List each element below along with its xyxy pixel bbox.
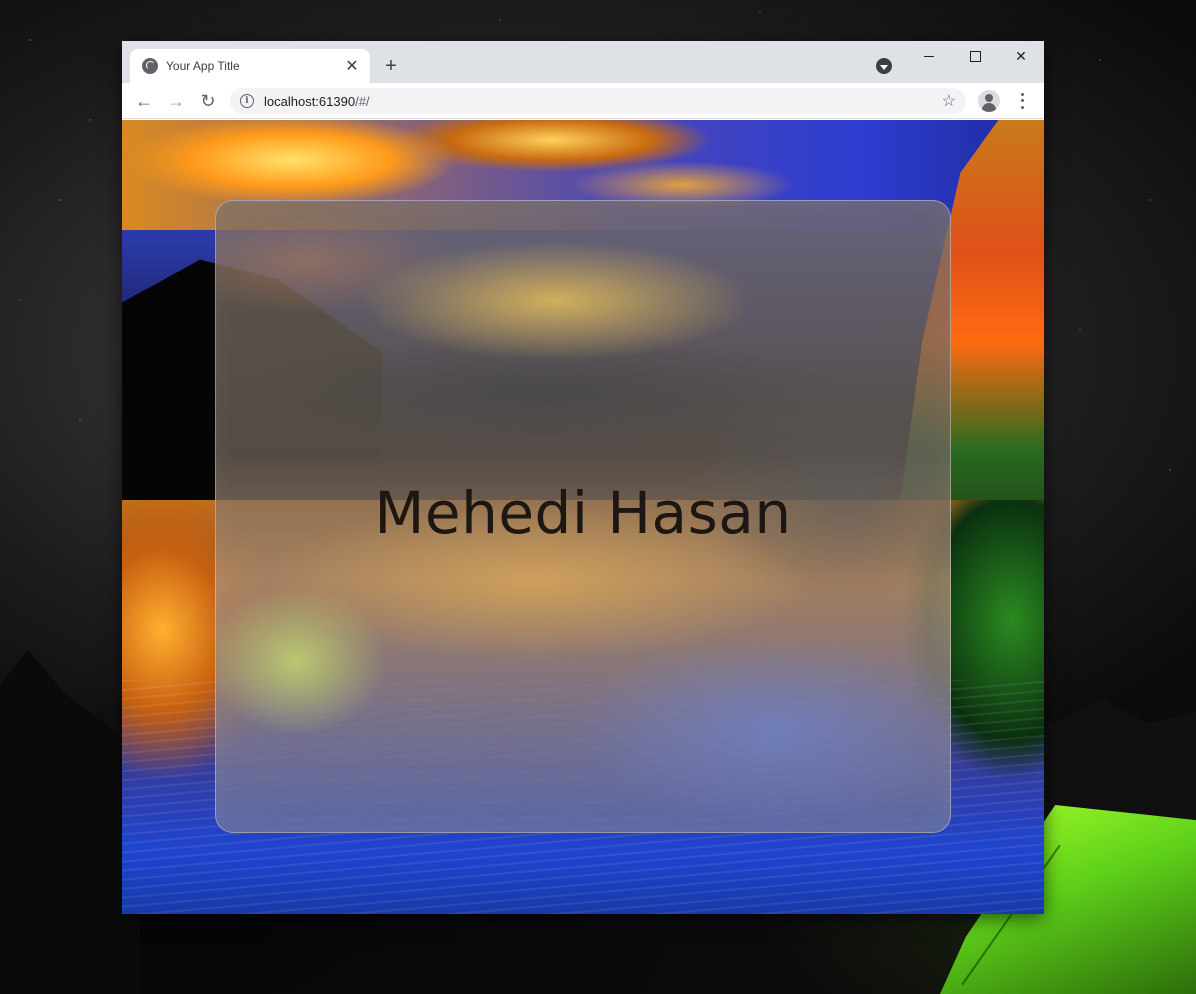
tab-title: Your App Title — [166, 59, 240, 73]
maximize-button[interactable] — [952, 41, 998, 71]
card-title: Mehedi Hasan — [374, 478, 792, 547]
kebab-menu-icon[interactable] — [1016, 91, 1028, 111]
reload-button[interactable]: ↻ — [196, 89, 220, 113]
profile-icon[interactable] — [978, 90, 1000, 112]
new-tab-button[interactable]: + — [380, 55, 402, 77]
frosted-glass-card: Mehedi Hasan — [215, 200, 951, 833]
globe-icon — [142, 58, 158, 74]
info-icon[interactable]: i — [240, 94, 254, 108]
browser-window: Your App Title ✕ + ✕ ← → ↻ i localhost:6… — [122, 41, 1044, 914]
url-path: /#/ — [355, 93, 370, 109]
url-text[interactable]: localhost:61390/#/ — [264, 94, 942, 109]
minimize-icon — [924, 55, 934, 57]
address-bar[interactable]: i localhost:61390/#/ ☆ — [230, 88, 966, 114]
page-viewport: Mehedi Hasan — [122, 120, 1044, 914]
tab-search-icon[interactable] — [876, 58, 892, 74]
star-icon[interactable]: ☆ — [942, 91, 956, 111]
browser-toolbar: ← → ↻ i localhost:61390/#/ ☆ — [122, 83, 1044, 119]
tab-strip: Your App Title ✕ + ✕ — [122, 41, 1044, 83]
close-window-button[interactable]: ✕ — [998, 41, 1044, 71]
maximize-icon — [969, 50, 981, 62]
url-host: localhost:61390 — [264, 93, 356, 109]
back-button[interactable]: ← — [132, 89, 156, 113]
browser-tab[interactable]: Your App Title ✕ — [130, 49, 370, 83]
tab-close-icon[interactable]: ✕ — [344, 58, 360, 75]
forward-button[interactable]: → — [164, 89, 188, 113]
minimize-button[interactable] — [906, 41, 952, 71]
